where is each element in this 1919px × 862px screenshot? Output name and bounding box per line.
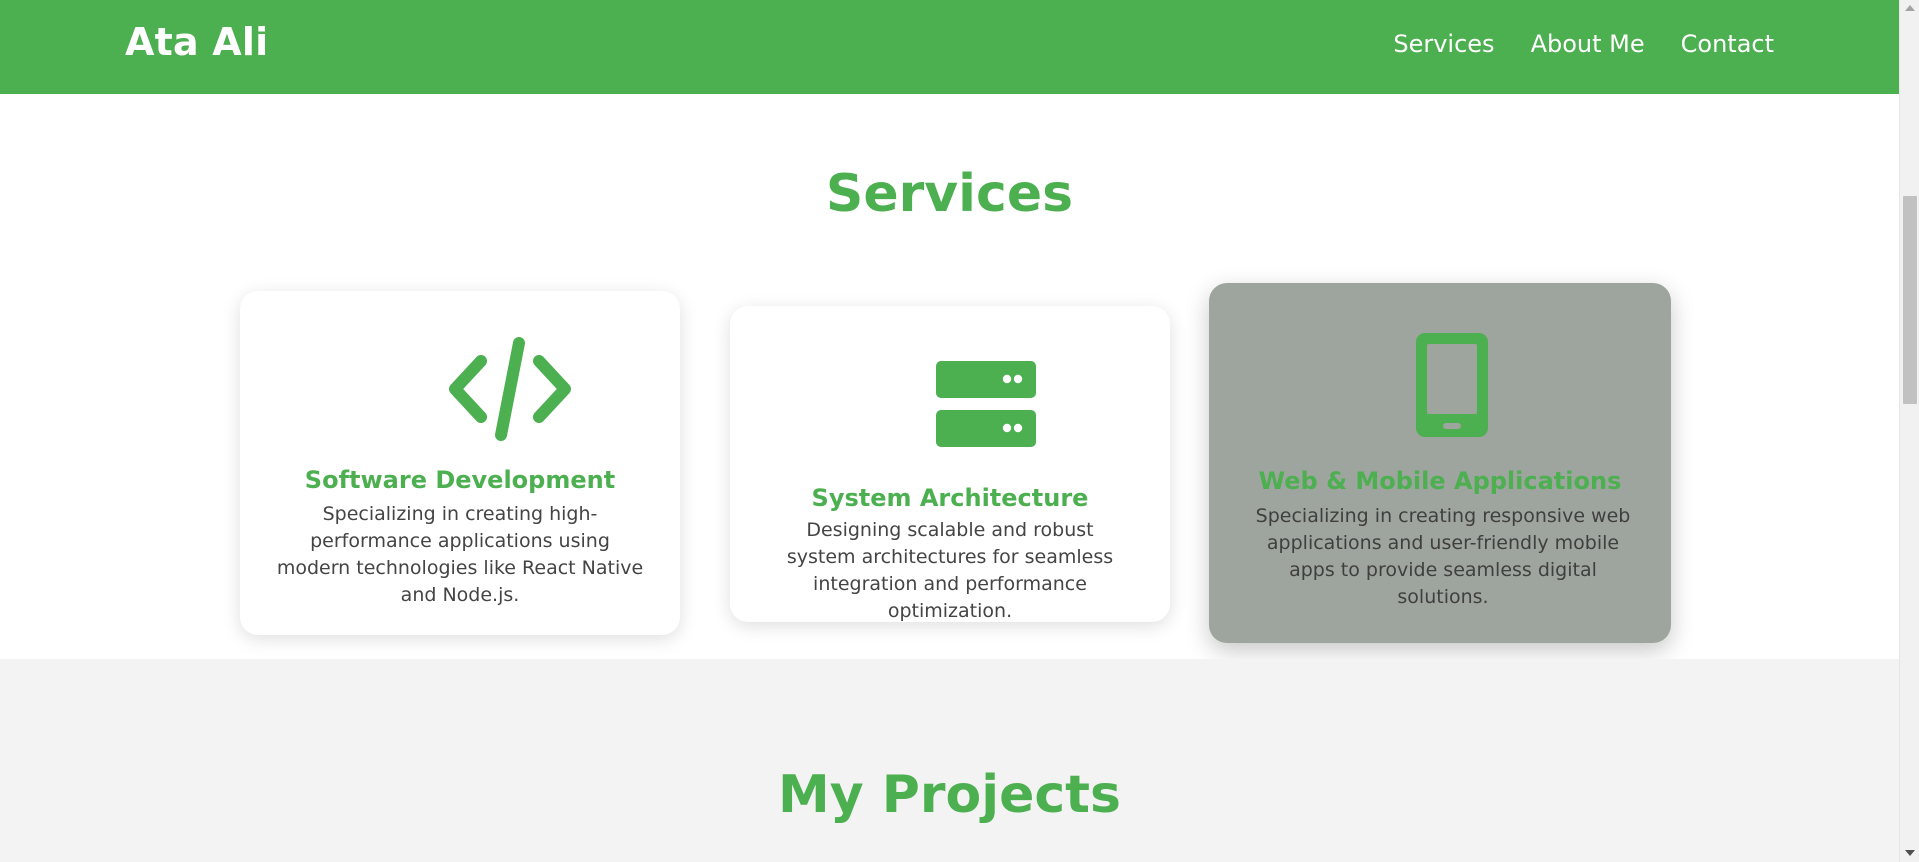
service-card-web-mobile-applications[interactable]: Web & Mobile Applications Specializing i…: [1209, 283, 1671, 643]
nav-links: Services About Me Contact: [1393, 30, 1774, 58]
browser-viewport: Ata Ali Services About Me Contact Servic…: [0, 0, 1919, 862]
service-card-system-architecture[interactable]: System Architecture Designing scalable a…: [730, 306, 1170, 622]
scrollbar-thumb[interactable]: [1903, 196, 1917, 404]
nav-link-about-me[interactable]: About Me: [1531, 30, 1645, 58]
nav-link-services[interactable]: Services: [1393, 30, 1494, 58]
code-icon: [290, 337, 730, 441]
navbar: Ata Ali Services About Me Contact: [0, 0, 1899, 94]
service-card-description: Specializing in creating high-performanc…: [276, 503, 644, 606]
nav-link-contact[interactable]: Contact: [1681, 30, 1774, 58]
service-card-title: Software Development: [304, 466, 616, 494]
scroll-down-arrow-icon[interactable]: [1905, 850, 1915, 856]
service-card-title: Web & Mobile Applications: [1258, 467, 1622, 495]
services-heading: Services: [825, 164, 1074, 224]
service-card-software-development[interactable]: Software Development Specializing in cre…: [240, 291, 680, 635]
projects-section: My Projects: [0, 659, 1899, 862]
projects-heading: My Projects: [778, 765, 1121, 825]
service-card-description: Specializing in creating responsive web …: [1255, 505, 1631, 608]
service-card-title: System Architecture: [811, 484, 1089, 512]
scroll-up-arrow-icon[interactable]: [1905, 5, 1915, 11]
vertical-scrollbar[interactable]: [1899, 0, 1919, 862]
mobile-phone-icon: [1221, 331, 1683, 439]
service-card-description: Designing scalable and robust system arc…: [786, 519, 1114, 622]
server-icon: [766, 359, 1206, 449]
page-content: Ata Ali Services About Me Contact Servic…: [0, 0, 1899, 862]
brand-logo-text[interactable]: Ata Ali: [125, 20, 268, 64]
